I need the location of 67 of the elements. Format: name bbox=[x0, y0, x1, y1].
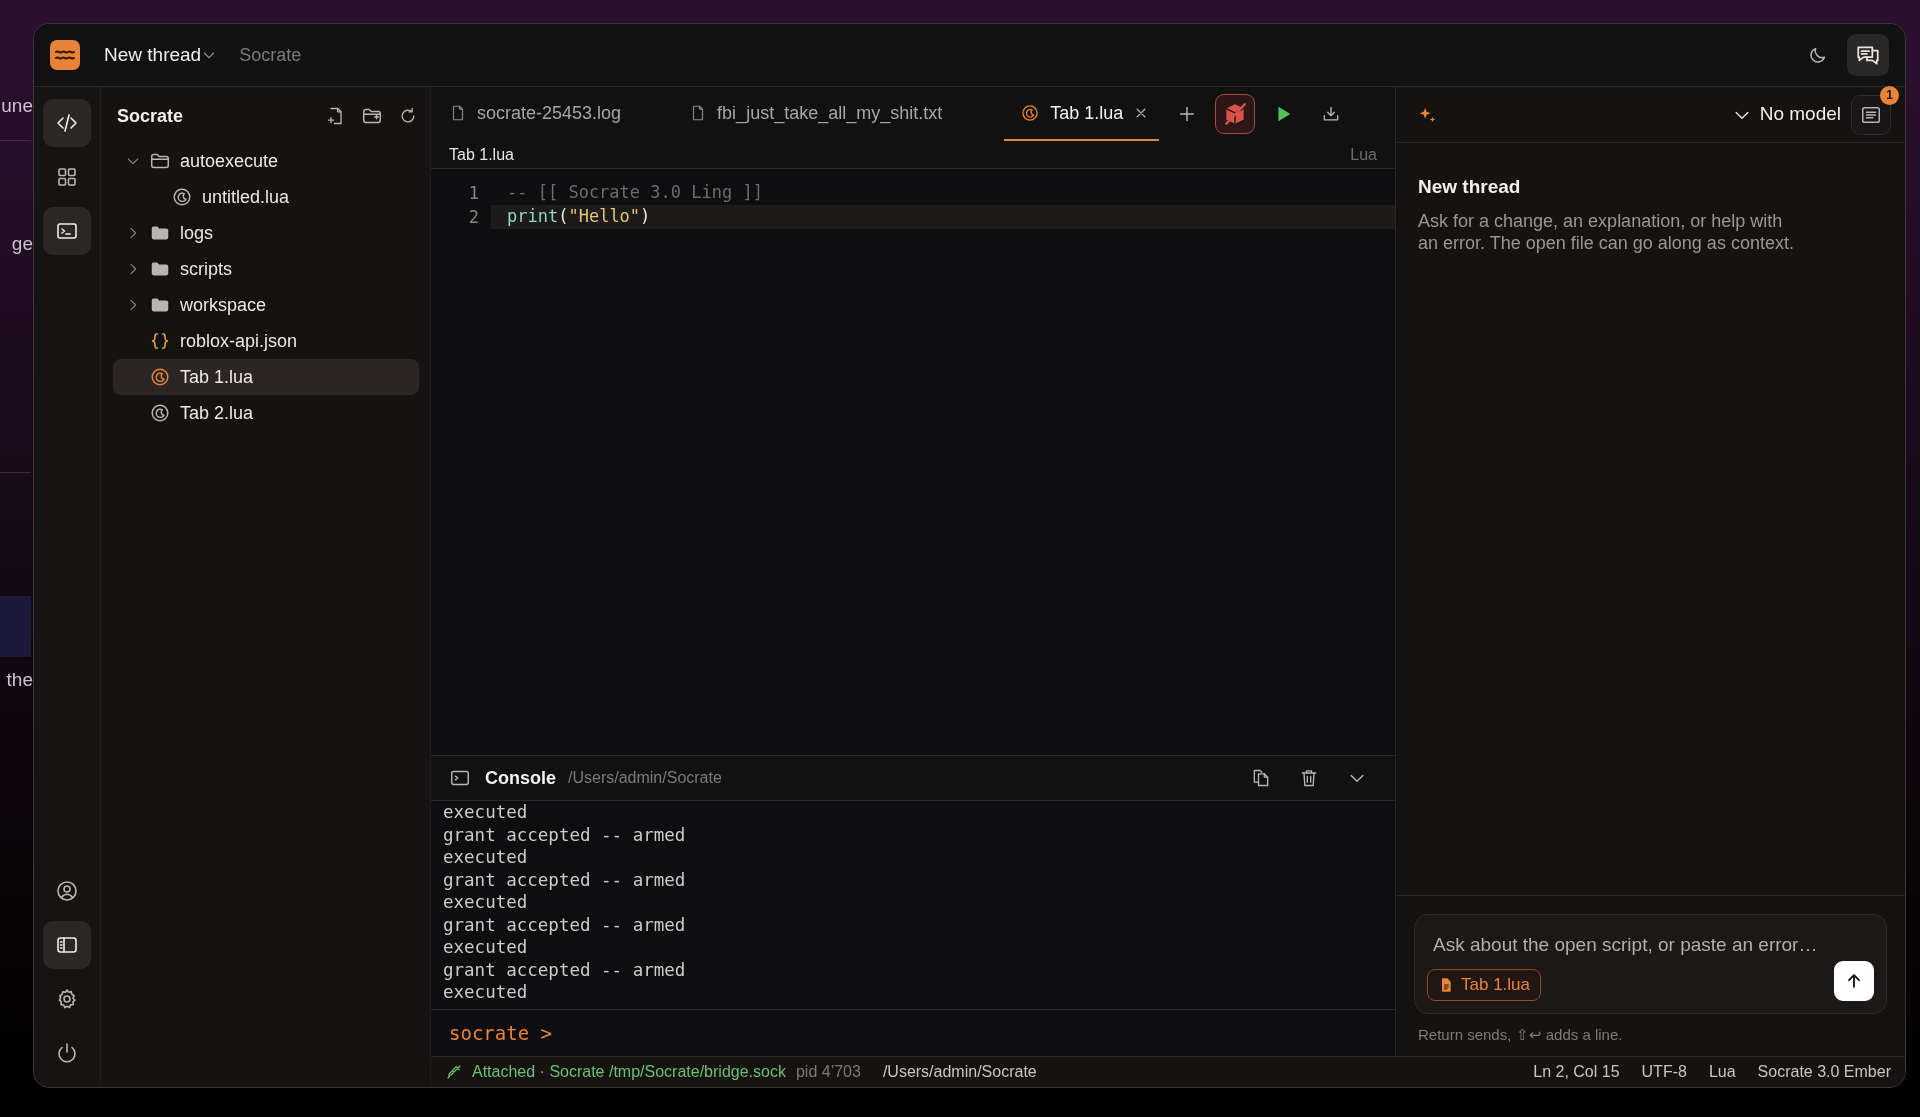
moon-file-icon bbox=[149, 366, 171, 388]
tree-item[interactable]: workspace bbox=[113, 287, 419, 323]
syringe-icon bbox=[445, 1063, 463, 1081]
message-input[interactable]: Ask about the open script, or paste an error… Tab 1.lua bbox=[1414, 913, 1887, 1014]
console-line: executed bbox=[443, 891, 528, 914]
model-dropdown[interactable]: No model bbox=[1721, 100, 1851, 129]
console-line: executed bbox=[443, 846, 528, 869]
copy-icon bbox=[1251, 768, 1271, 788]
language-label: Lua bbox=[1708, 1062, 1736, 1082]
rail-button[interactable] bbox=[43, 99, 91, 147]
background-text: ge bbox=[10, 234, 33, 253]
console-line: executed bbox=[443, 801, 528, 824]
editor-tab[interactable]: socrate-25453.log bbox=[443, 87, 640, 141]
app-logo bbox=[50, 40, 80, 70]
line-number: 2 bbox=[431, 205, 491, 229]
rail-button[interactable] bbox=[43, 207, 91, 255]
encoding-label: UTF-8 bbox=[1641, 1062, 1687, 1082]
tree-item[interactable]: autoexecute bbox=[113, 143, 419, 179]
background-text: une bbox=[0, 96, 33, 115]
connection-status: Attached · Socrate /tmp/Socrate/bridge.sock bbox=[472, 1062, 786, 1082]
attachment-chip[interactable]: Tab 1.lua bbox=[1427, 969, 1541, 1001]
tree-item[interactable]: Tab 1.lua bbox=[113, 359, 419, 395]
power-icon bbox=[55, 1041, 79, 1065]
trash-icon bbox=[1299, 768, 1319, 788]
breadcrumb: Tab 1.lua bbox=[449, 144, 514, 165]
explorer-title: Socrate bbox=[117, 104, 185, 128]
console-title: Console bbox=[485, 766, 556, 790]
moon-file-icon bbox=[1020, 103, 1041, 123]
console-line: executed bbox=[443, 981, 528, 1004]
console-line: grant accepted -- armed bbox=[443, 958, 686, 981]
send-button[interactable] bbox=[1834, 960, 1874, 1001]
tree-item[interactable]: Tab 2.lua bbox=[113, 395, 419, 431]
language-label: Lua bbox=[1350, 144, 1377, 165]
grid-icon bbox=[55, 165, 79, 189]
version-label: Socrate 3.0 Ember bbox=[1757, 1062, 1891, 1082]
code-line: -- [[ Socrate 3.0 Ling ]] bbox=[506, 181, 763, 205]
tree-item[interactable]: untitled.lua bbox=[113, 179, 419, 215]
account-icon bbox=[55, 879, 79, 903]
console-line: executed bbox=[443, 936, 528, 959]
rail-button[interactable] bbox=[43, 921, 91, 969]
code-icon bbox=[55, 111, 79, 135]
braces-icon bbox=[149, 330, 171, 352]
chat-description: Ask for a change, an explanation, or help with an error. The open file can go along as context. bbox=[1418, 209, 1795, 254]
moon-file-icon bbox=[171, 186, 193, 208]
tree-item[interactable]: logs bbox=[113, 215, 419, 251]
process-id: pid 4’703 bbox=[795, 1062, 861, 1082]
chat-toggle-button[interactable] bbox=[1847, 34, 1889, 76]
input-hint: Return sends, ⇧↩ adds a line. bbox=[1417, 1024, 1624, 1045]
background-panel bbox=[0, 596, 31, 657]
moon-file-icon bbox=[149, 402, 171, 424]
code-line: print("Hello") bbox=[506, 205, 651, 229]
background-text: the bbox=[5, 670, 33, 689]
console-line: grant accepted -- armed bbox=[443, 913, 686, 936]
crossed-cube-icon bbox=[1222, 101, 1249, 127]
console-line: grant accepted -- armed bbox=[443, 868, 686, 891]
thread-dropdown[interactable]: New thread bbox=[104, 40, 218, 70]
app-name: Socrate bbox=[239, 43, 302, 67]
tree-item[interactable]: roblox-api.json bbox=[113, 323, 419, 359]
editor-tab[interactable]: fbi_just_take_all_my_shit.txt bbox=[683, 87, 961, 141]
console-path: /Users/admin/Socrate bbox=[568, 768, 723, 788]
working-directory: /Users/admin/Socrate bbox=[882, 1062, 1037, 1082]
cursor-position: Ln 2, Col 15 bbox=[1533, 1062, 1620, 1082]
console-line: grant accepted -- armed bbox=[443, 823, 686, 846]
detach-button[interactable] bbox=[1215, 94, 1256, 134]
console-prompt[interactable]: socrate > bbox=[449, 1018, 552, 1048]
chat-heading: New thread bbox=[1418, 175, 1522, 199]
tree-item[interactable]: scripts bbox=[113, 251, 419, 287]
